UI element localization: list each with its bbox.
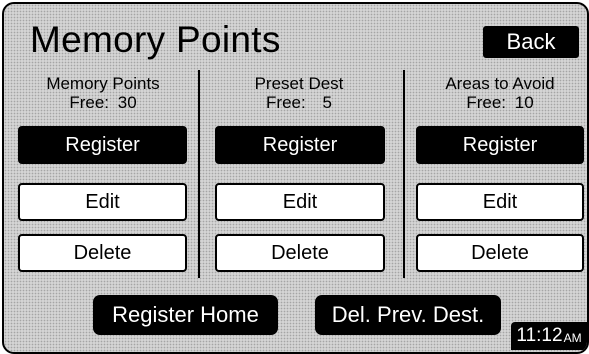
back-button[interactable]: Back: [483, 26, 579, 58]
register-home-button[interactable]: Register Home: [93, 295, 278, 335]
column-header-preset-dest: Preset Dest Free: 5: [214, 74, 384, 112]
register-area-to-avoid-button[interactable]: Register: [416, 126, 584, 164]
page-title: Memory Points: [30, 19, 281, 60]
edit-memory-point-button[interactable]: Edit: [18, 183, 187, 221]
free-count-line: Free: 10: [414, 93, 586, 112]
free-count-line: Free: 30: [18, 93, 188, 112]
column-divider: [198, 70, 200, 278]
column-header-areas-to-avoid: Areas to Avoid Free: 10: [414, 74, 586, 112]
free-count: 30: [117, 93, 137, 112]
clock-ampm: AM: [563, 331, 582, 345]
column-divider: [403, 70, 405, 278]
free-count: 5: [322, 93, 332, 112]
free-count-line: Free: 5: [214, 93, 384, 112]
free-count: 10: [514, 93, 534, 112]
memory-points-screen: Memory Points Back Memory Points Free: 3…: [2, 2, 589, 354]
edit-preset-dest-button[interactable]: Edit: [215, 183, 385, 221]
free-label: Free:: [466, 93, 507, 112]
column-heading: Areas to Avoid: [445, 74, 555, 93]
column-header-memory-points: Memory Points Free: 30: [18, 74, 188, 112]
clock-time: 11:12: [516, 325, 563, 346]
delete-preset-dest-button[interactable]: Delete: [215, 234, 385, 272]
free-label: Free:: [69, 93, 110, 112]
edit-area-to-avoid-button[interactable]: Edit: [416, 183, 584, 221]
free-label: Free:: [266, 93, 306, 112]
column-heading: Memory Points: [46, 74, 160, 93]
register-memory-point-button[interactable]: Register: [18, 126, 187, 164]
column-heading: Preset Dest: [254, 74, 344, 93]
delete-area-to-avoid-button[interactable]: Delete: [416, 234, 584, 272]
register-preset-dest-button[interactable]: Register: [215, 126, 385, 164]
clock-display: 11:12 AM: [511, 322, 587, 350]
delete-memory-point-button[interactable]: Delete: [18, 234, 187, 272]
del-prev-dest-button[interactable]: Del. Prev. Dest.: [315, 295, 501, 335]
